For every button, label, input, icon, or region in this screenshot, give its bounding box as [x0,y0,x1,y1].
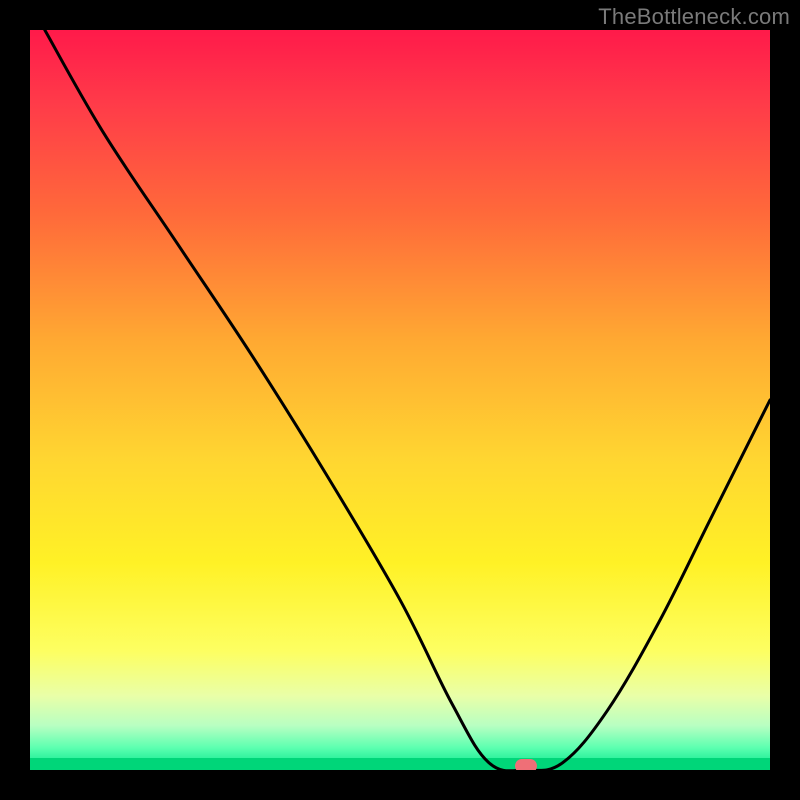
chart-frame: TheBottleneck.com [0,0,800,800]
watermark-text: TheBottleneck.com [598,4,790,30]
optimal-point-marker [515,759,537,770]
bottleneck-line [30,30,770,770]
plot-area [30,30,770,770]
